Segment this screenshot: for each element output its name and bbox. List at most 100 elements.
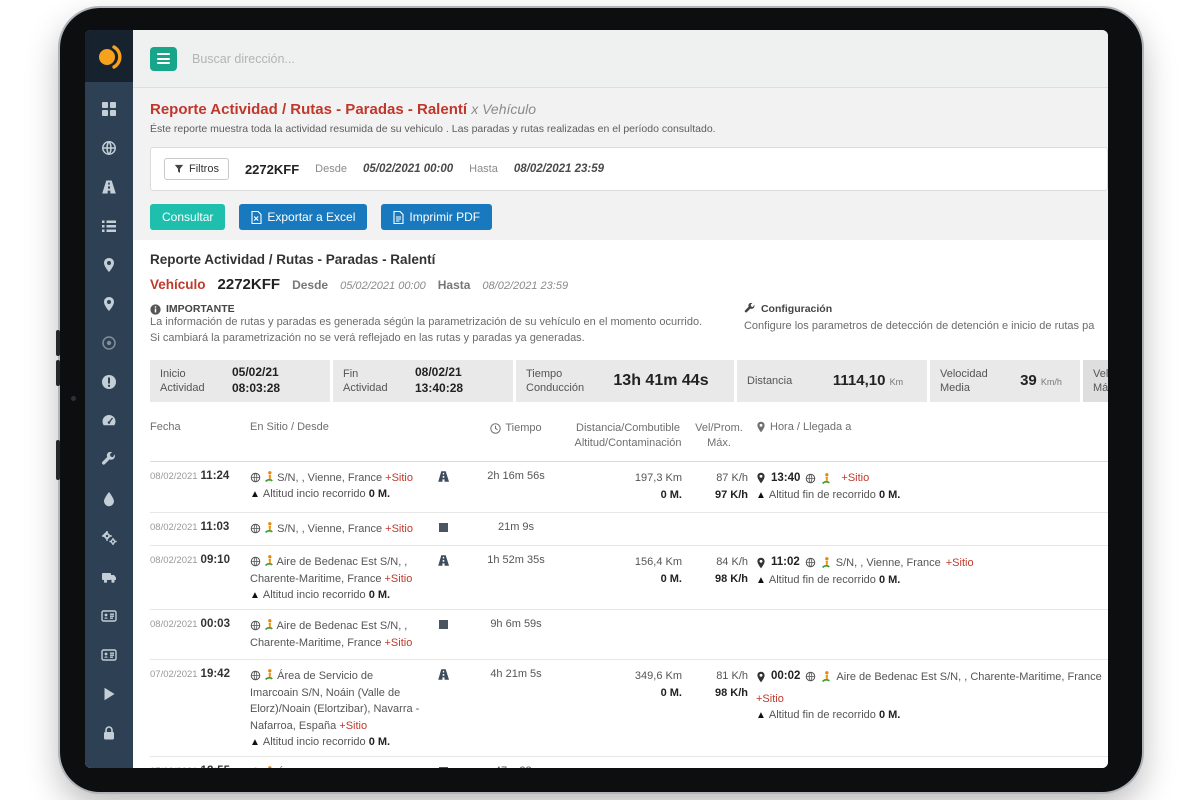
pin-icon (756, 557, 766, 569)
route-icon (437, 668, 450, 681)
row-date: 07/02/2021 (150, 669, 198, 680)
app-logo[interactable] (85, 30, 133, 82)
alert-circle-icon[interactable] (100, 373, 118, 391)
play-icon[interactable] (100, 685, 118, 703)
row-arrival: 13:40 +Sitio (756, 470, 1108, 487)
mountain-icon: ▲ (250, 489, 260, 500)
header-velocidad: Vel/Prom.Máx. (690, 421, 748, 452)
globe-small-icon (805, 671, 816, 682)
row-altitude-start: ▲Altitud incio recorrido 0 M. (250, 488, 420, 500)
row-velocity: 84 K/h98 K/h (690, 554, 748, 588)
sitio-link[interactable]: +Sitio (385, 472, 413, 484)
geofence-target-icon[interactable] (100, 334, 118, 352)
filters-button[interactable]: Filtros (164, 158, 229, 180)
filter-from-label: Desde (315, 163, 347, 175)
row-time: 18:55 (201, 765, 230, 768)
side-button (56, 440, 60, 480)
driver-marker-icon (264, 668, 274, 681)
header-tiempo: Tiempo (466, 421, 566, 436)
globe-small-icon (250, 523, 261, 534)
cogs-icon[interactable] (100, 529, 118, 547)
search-input[interactable] (192, 52, 492, 66)
driver-marker-icon (264, 765, 274, 768)
config-link[interactable]: Configuración (744, 303, 1108, 315)
row-velocity: 81 K/h98 K/h (690, 668, 748, 702)
consultar-label: Consultar (162, 210, 213, 224)
truck-icon[interactable] (100, 568, 118, 586)
row-time: 19:42 (201, 668, 230, 680)
filters-button-label: Filtros (189, 163, 219, 175)
filter-funnel-icon (174, 164, 184, 174)
config-title: Configuración (761, 303, 832, 315)
sitio-link[interactable]: +Sitio (756, 691, 784, 708)
row-duration: 4h 21m 5s (466, 668, 566, 680)
sitio-link[interactable]: +Sitio (841, 470, 869, 487)
stop-icon (439, 523, 448, 532)
sitio-link[interactable]: +Sitio (339, 720, 367, 732)
filter-from-value: 05/02/2021 00:00 (363, 163, 453, 175)
print-pdf-label: Imprimir PDF (409, 210, 480, 224)
row-site: Área de Servicio de Imarcoain S/N, Noáin… (250, 668, 420, 734)
report-from-value: 05/02/2021 00:00 (340, 280, 426, 292)
summary-fin: Fin Actividad 08/02/21 13:40:28 (333, 360, 513, 402)
road-icon[interactable] (100, 178, 118, 196)
list-icon[interactable] (100, 217, 118, 235)
summary-velmedia-unit: Km/h (1041, 377, 1062, 387)
row-time: 00:03 (201, 618, 230, 630)
sitio-link[interactable]: +Sitio (385, 573, 413, 585)
export-excel-button[interactable]: Exportar a Excel (239, 204, 367, 230)
config-note: Configuración Configure los parametros d… (744, 303, 1108, 347)
speedometer-icon[interactable] (100, 412, 118, 430)
filter-to-value: 08/02/2021 23:59 (514, 163, 604, 175)
wrench-icon[interactable] (100, 451, 118, 469)
driver-marker-icon (821, 472, 831, 485)
fuel-drop-icon[interactable] (100, 490, 118, 508)
sitio-link[interactable]: +Sitio (946, 555, 974, 572)
summary-inicio: Inicio Actividad 05/02/21 08:03:28 (150, 360, 330, 402)
info-circle-icon (150, 304, 161, 315)
row-velocity: 87 K/h97 K/h (690, 470, 748, 504)
lock-icon[interactable] (100, 724, 118, 742)
id-card-icon[interactable] (100, 607, 118, 625)
row-altitude-end: ▲Altitud fin de recorrido 0 M. (756, 489, 1108, 501)
sidebar (85, 30, 133, 768)
dashboard-grid-icon[interactable] (100, 100, 118, 118)
row-site: Aire de Bedenac Est S/N, , Charente-Mari… (250, 618, 420, 651)
globe-small-icon (250, 670, 261, 681)
id-card-2-icon[interactable] (100, 646, 118, 664)
summary-bar: Inicio Actividad 05/02/21 08:03:28 Fin A… (150, 360, 1108, 402)
print-pdf-button[interactable]: Imprimir PDF (381, 204, 492, 230)
summary-tiempo-value: 13h 41m 44s (598, 372, 724, 390)
row-site: S/N, , Vienne, France +Sitio (250, 521, 420, 538)
row-duration: 2h 16m 56s (466, 470, 566, 482)
row-distance: 156,4 Km0 M. (574, 554, 682, 588)
route-icon (437, 470, 450, 483)
mountain-icon: ▲ (756, 490, 766, 501)
sitio-link[interactable]: +Sitio (385, 637, 413, 649)
row-time: 11:03 (201, 521, 230, 533)
pdf-file-icon (393, 211, 404, 224)
summary-distancia-value: 1114,10 Km (819, 372, 917, 389)
table-row: 08/02/202111:03 S/N, , Vienne, France +S… (150, 513, 1108, 547)
brand-logo-icon (94, 41, 124, 71)
page-subtitle: Éste reporte muestra toda la actividad r… (150, 123, 1091, 135)
map-marker-2-icon[interactable] (100, 295, 118, 313)
summary-distancia-label: Distancia (747, 374, 809, 388)
activity-table: Fecha En Sitio / Desde Tiempo Distancia/… (150, 415, 1108, 768)
vehicle-plate: 2272KFF (218, 276, 281, 293)
map-marker-icon[interactable] (100, 256, 118, 274)
driver-marker-icon (264, 554, 274, 567)
summary-velmax-label: Velocidad Máxima (1093, 367, 1108, 396)
globe-icon[interactable] (100, 139, 118, 157)
page-title-suffix: x Vehículo (471, 101, 536, 117)
action-buttons: Consultar Exportar a Excel Imprimir PDF (150, 204, 1091, 230)
page-header: Reporte Actividad / Rutas - Paradas - Ra… (133, 88, 1108, 147)
consultar-button[interactable]: Consultar (150, 204, 225, 230)
sitio-link[interactable]: +Sitio (385, 523, 413, 535)
camera-dot (71, 396, 76, 401)
row-time: 09:10 (201, 554, 230, 566)
hamburger-menu-button[interactable] (150, 47, 177, 71)
row-site: Aire de Bedenac Est S/N, , Charente-Mari… (250, 554, 420, 587)
export-excel-label: Exportar a Excel (267, 210, 355, 224)
summary-velmedia-value: 39 Km/h (1012, 372, 1070, 389)
